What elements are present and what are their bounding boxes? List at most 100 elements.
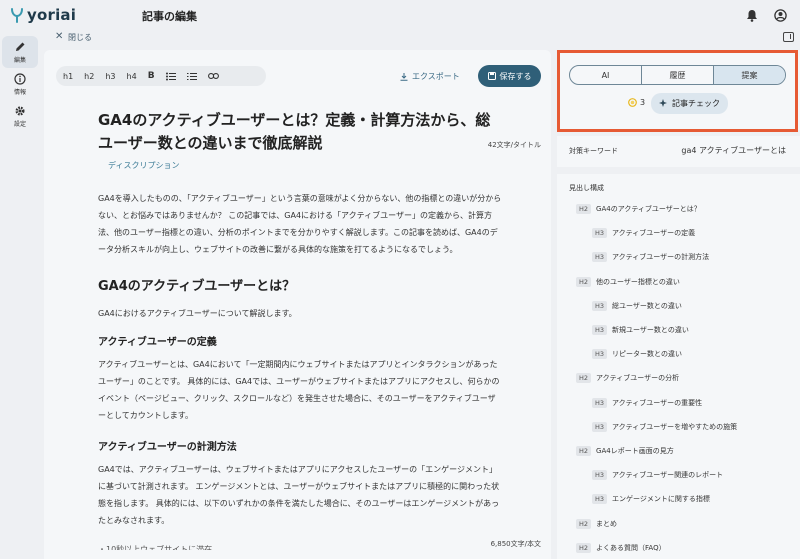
format-h3-button[interactable]: h3 — [105, 72, 115, 81]
outline-card: 見出し構成 H2 GA4のアクティブユーザーとは？ H3 アクティブユーザーの定義 H3… — [557, 174, 800, 559]
body-char-count: 6,850文字/本文 — [490, 540, 541, 548]
link-icon[interactable] — [207, 72, 219, 80]
outline-level-badge: H3 — [592, 349, 608, 360]
rail-item-edit[interactable]: 編集 — [2, 36, 38, 68]
numbered-list-icon[interactable] — [186, 72, 197, 81]
page-title: 記事の編集 — [142, 10, 197, 23]
rail-label-info: 情報 — [13, 88, 26, 96]
article-title[interactable]: GA4のアクティブユーザーとは？定義・計算方法から、総ユーザー数との違いまで徹底… — [98, 109, 502, 155]
pencil-icon — [16, 42, 25, 51]
paragraph[interactable]: GA4におけるアクティブユーザーについて解説します。 — [98, 305, 502, 322]
keyword-card: 対策キーワード ga4 アクティブユーザーとは — [557, 136, 800, 167]
list-item[interactable]: ・10秒以上ウェブサイトに滞在 — [98, 544, 212, 550]
logo-mark-icon — [11, 8, 23, 23]
format-bold-button[interactable]: B — [148, 71, 155, 81]
outline-level-badge: H3 — [592, 252, 608, 263]
outline-level-badge: H2 — [576, 276, 592, 287]
outline-item[interactable]: H2 GA4のアクティブユーザーとは？ — [576, 204, 701, 214]
intro-paragraph[interactable]: GA4を導入したものの、「アクティブユーザー」という言葉の意味がよく分からない、… — [98, 190, 502, 258]
keyword-label: 対策キーワード — [569, 147, 618, 155]
paragraph[interactable]: アクティブユーザーとは、GA4において「一定期間内にウェブサイトまたはアプリとイ… — [98, 356, 502, 424]
rail-item-info[interactable]: 情報 — [2, 68, 38, 100]
outline-item-text: エンゲージメントに関する指標 — [612, 495, 710, 504]
format-toolbar: h1 h2 h3 h4 B — [56, 66, 266, 86]
outline-item[interactable]: H2 まとめ — [576, 518, 617, 529]
assistant-card: AI 履歴 提案 3 記事チェック — [557, 50, 800, 132]
outline-item[interactable]: H2 よくある質問（FAQ） — [576, 542, 666, 553]
outline-level-badge: H3 — [592, 325, 608, 335]
outline-item-text: アクティブユーザーの分析 — [596, 374, 680, 383]
paragraph[interactable]: GA4では、アクティブユーザーは、ウェブサイトまたはアプリにアクセスしたユーザー… — [98, 461, 502, 529]
outline-item-text: GA4のアクティブユーザーとは？ — [596, 205, 701, 213]
rail-item-settings[interactable]: 設定 — [2, 100, 38, 132]
heading-h2[interactable]: GA4のアクティブユーザーとは？ — [98, 275, 295, 294]
export-button[interactable]: エクスポート — [400, 71, 460, 82]
info-icon — [14, 72, 26, 85]
outline-level-badge: H2 — [576, 373, 592, 384]
sub-bar: ✕ 閉じる — [45, 30, 800, 46]
outline-item[interactable]: H3 エンゲージメントに関する指標 — [592, 494, 710, 505]
outline-item-text: アクティブユーザー関連のレポート — [612, 471, 724, 480]
outline-level-badge: H2 — [576, 446, 592, 456]
outline-item[interactable]: H3 アクティブユーザーの重要性 — [592, 397, 703, 408]
outline-item-text: 新規ユーザー数との違い — [612, 326, 689, 334]
rail-label-settings: 設定 — [13, 120, 26, 128]
outline-item[interactable]: H3 アクティブユーザーを増やすための施策 — [592, 421, 738, 432]
heading-h3[interactable]: アクティブユーザーの定義 — [98, 333, 217, 348]
top-bar: yoriai 記事の編集 — [0, 0, 800, 30]
outline-item-text: 他のユーザー指標との違い — [596, 277, 680, 286]
outline-level-badge: H3 — [592, 421, 608, 432]
format-h4-button[interactable]: h4 — [127, 72, 137, 81]
download-icon — [400, 72, 408, 81]
export-label: エクスポート — [412, 72, 460, 81]
outline-item[interactable]: H3 リピーター数との違い — [592, 349, 682, 360]
logo-text: yoriai — [27, 6, 77, 24]
bell-icon[interactable] — [744, 7, 760, 23]
outline-level-badge: H3 — [592, 397, 608, 408]
panel-toggle-icon[interactable] — [783, 32, 794, 42]
outline-item-text: よくある質問（FAQ） — [596, 543, 666, 552]
outline-item[interactable]: H2 他のユーザー指標との違い — [576, 276, 680, 287]
outline-item-text: アクティブユーザーの重要性 — [612, 398, 703, 407]
close-icon[interactable]: ✕ — [55, 31, 63, 42]
left-rail: 編集 情報 設定 — [0, 36, 40, 132]
outline-item-text: リピーター数との違い — [612, 350, 682, 359]
save-icon — [487, 72, 496, 80]
outline-level-badge: H3 — [592, 300, 608, 311]
format-h2-button[interactable]: h2 — [84, 72, 94, 81]
save-label: 保存する — [499, 71, 532, 81]
heading-h3[interactable]: アクティブユーザーの計測方法 — [98, 438, 237, 453]
outline-level-badge: H3 — [592, 228, 608, 239]
right-panel: AI 履歴 提案 3 記事チェック 対策キーワード ga4 アクティブユーザーと… — [557, 50, 800, 559]
save-button[interactable]: 保存する — [478, 65, 541, 87]
gear-icon — [15, 105, 25, 116]
outline-item[interactable]: H2 GA4レポート画面の見方 — [576, 446, 674, 456]
outline-level-badge: H2 — [576, 542, 592, 553]
outline-item[interactable]: H3 総ユーザー数との違い — [592, 300, 682, 311]
rail-label-edit: 編集 — [13, 56, 26, 64]
outline-item-text: アクティブユーザーの計測方法 — [612, 253, 710, 262]
outline-item[interactable]: H3 新規ユーザー数との違い — [592, 325, 689, 335]
outline-item[interactable]: H2 アクティブユーザーの分析 — [576, 373, 680, 384]
description-link[interactable]: ディスクリプション — [108, 160, 179, 171]
outline-level-badge: H2 — [576, 204, 592, 214]
outline-item[interactable]: H3 アクティブユーザーの定義 — [592, 228, 696, 239]
bullet-list-icon[interactable] — [165, 72, 176, 81]
outline-item-text: アクティブユーザーを増やすための施策 — [612, 422, 738, 431]
outline-title: 見出し構成 — [569, 184, 604, 192]
title-char-count: 42文字/タイトル — [487, 141, 541, 149]
editor-panel: h1 h2 h3 h4 B エクスポート 保存する GA4のアクティブユーザーと… — [44, 50, 551, 559]
outline-level-badge: H3 — [592, 494, 608, 505]
outline-level-badge: H2 — [576, 518, 592, 529]
outline-item[interactable]: H3 アクティブユーザーの計測方法 — [592, 252, 710, 263]
logo[interactable]: yoriai — [10, 6, 76, 24]
outline-item-text: 総ユーザー数との違い — [612, 301, 682, 310]
close-link[interactable]: 閉じる — [68, 32, 92, 43]
outline-item-text: アクティブユーザーの定義 — [612, 229, 696, 238]
outline-item[interactable]: H3 アクティブユーザー関連のレポート — [592, 470, 724, 481]
highlight-box — [557, 50, 798, 132]
outline-level-badge: H3 — [592, 470, 608, 481]
keyword-value: ga4 アクティブユーザーとは — [681, 146, 786, 155]
account-icon[interactable] — [772, 7, 788, 23]
format-h1-button[interactable]: h1 — [63, 72, 73, 81]
